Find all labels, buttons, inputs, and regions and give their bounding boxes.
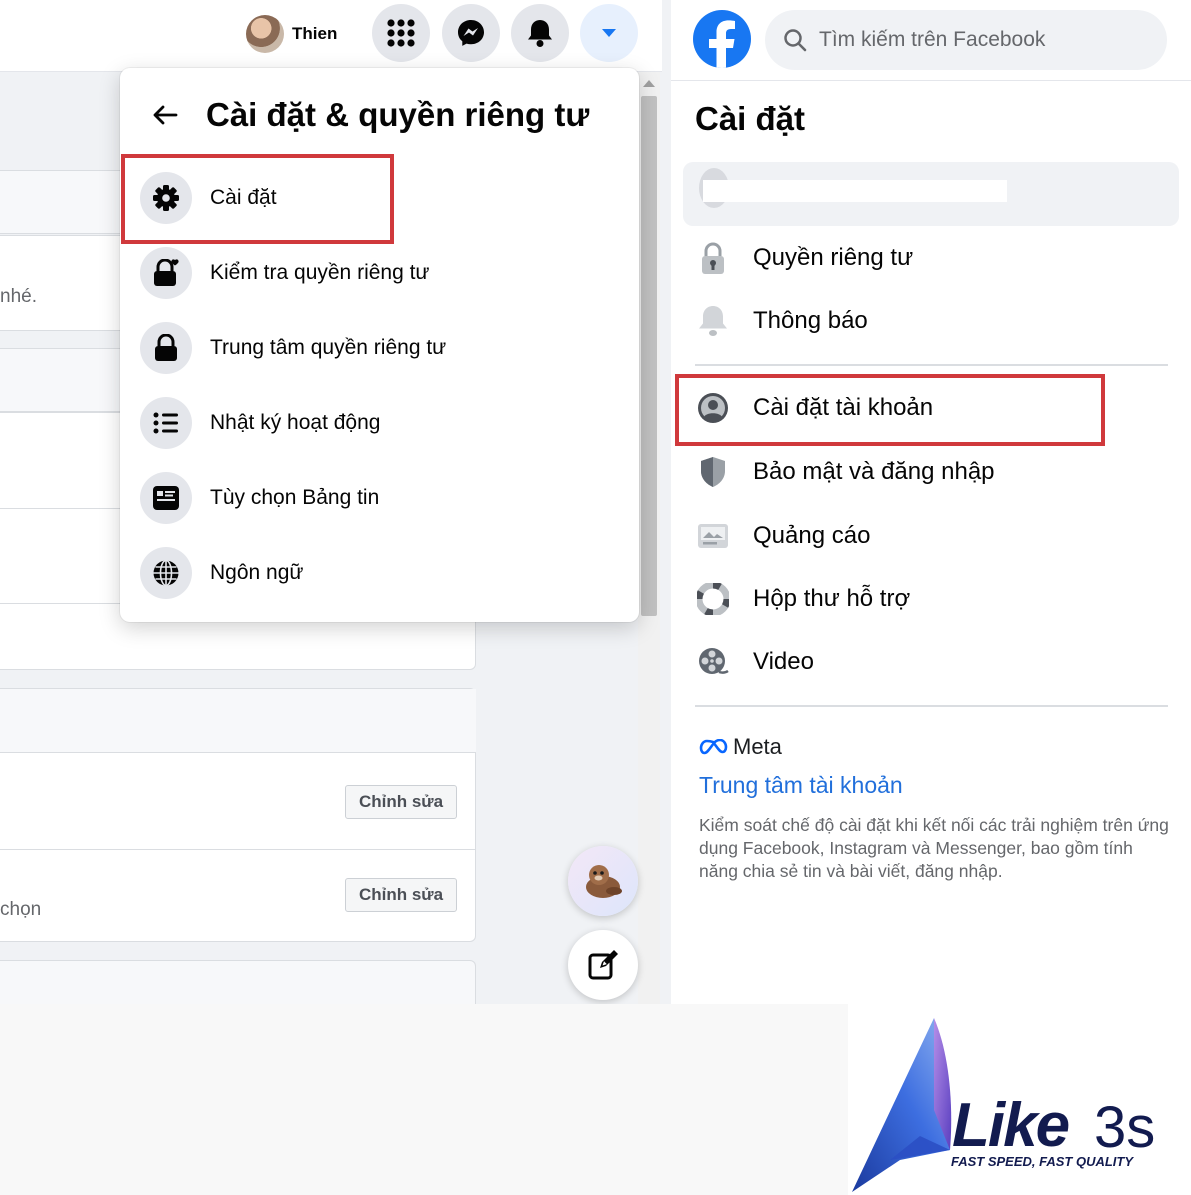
lifebuoy-icon (695, 581, 731, 617)
settings-item-notifications[interactable]: Thông báo (695, 291, 868, 351)
grid-icon (387, 19, 415, 47)
meta-infinity-icon (699, 739, 728, 755)
menu-header: Cài đặt & quyền riêng tư (150, 96, 589, 134)
settings-item-support-inbox[interactable]: Hộp thư hỗ trợ (695, 569, 910, 629)
blank-bottom-area (0, 1004, 848, 1195)
scrollbar-thumb[interactable] (641, 96, 657, 616)
setting-text: chọn (0, 899, 42, 920)
film-reel-icon (695, 644, 731, 680)
facebook-settings-page: Tìm kiếm trên Facebook Cài đặt Quyền riê… (671, 0, 1191, 1004)
menu-title: Cài đặt & quyền riêng tư (206, 96, 590, 133)
page-title: Cài đặt (695, 100, 806, 137)
menu-item-feed-preferences[interactable]: Tùy chọn Bảng tin (140, 465, 620, 531)
settings-card: Chỉnh sửa Chỉnh sửa chọn (0, 688, 476, 942)
section-divider (695, 364, 1168, 366)
list-icon (140, 397, 192, 449)
otter-sticker-icon (586, 865, 622, 898)
menu-item-label: Ngôn ngữ (210, 561, 304, 584)
ads-icon (695, 518, 731, 554)
menu-item-privacy-center[interactable]: Trung tâm quyền riêng tư (140, 315, 620, 381)
settings-item-label: Hộp thư hỗ trợ (753, 585, 911, 612)
menu-item-label: Kiểm tra quyền riêng tư (210, 261, 430, 284)
menu-item-label: Trung tâm quyền riêng tư (210, 336, 447, 359)
search-input[interactable]: Tìm kiếm trên Facebook (765, 10, 1167, 70)
setting-text: nhé. (0, 286, 37, 307)
header-divider (671, 80, 1191, 81)
profile-name: Thien (292, 24, 338, 43)
screenshot-composite: Thien nhé. Chỉnh sửa Chỉnh sửa chọn Cài … (0, 0, 1191, 1195)
search-placeholder: Tìm kiếm trên Facebook (819, 28, 1046, 51)
facebook-logo-icon[interactable] (693, 10, 751, 68)
highlight-account-settings-box (675, 374, 1105, 446)
scrollbar[interactable] (638, 72, 660, 1004)
search-icon (784, 29, 807, 52)
menu-item-language[interactable]: Ngôn ngữ (140, 540, 620, 606)
compose-icon (588, 950, 618, 980)
bell-icon (528, 20, 552, 47)
panel-separator (662, 0, 671, 1004)
settings-privacy-menu: Cài đặt & quyền riêng tư Cài đặt Kiểm tr… (120, 68, 639, 622)
arrow-left-icon (153, 105, 178, 125)
avatar (246, 15, 284, 53)
account-center-description: Kiểm soát chế độ cài đặt khi kết nối các… (699, 815, 1169, 881)
brand-number: 3s (1094, 1095, 1156, 1160)
menu-grid-button[interactable] (372, 4, 430, 62)
settings-item-label: Quyền riêng tư (753, 244, 914, 271)
chat-avatar-button[interactable] (568, 846, 638, 916)
lock-heart-icon (140, 247, 192, 299)
messenger-button[interactable] (442, 4, 500, 62)
account-dropdown-button[interactable] (580, 4, 638, 62)
brand-tagline: FAST SPEED, FAST QUALITY (951, 1154, 1134, 1169)
menu-item-label: Tùy chọn Bảng tin (210, 486, 380, 509)
shield-icon (695, 454, 731, 490)
menu-item-privacy-checkup[interactable]: Kiểm tra quyền riêng tư (140, 240, 620, 306)
new-message-button[interactable] (568, 930, 638, 1000)
settings-item-privacy[interactable]: Quyền riêng tư (695, 228, 913, 288)
settings-item-label: Bảo mật và đăng nhập (753, 458, 995, 485)
settings-item-label: Thông báo (753, 307, 868, 334)
notifications-button[interactable] (511, 4, 569, 62)
settings-item-ads[interactable]: Quảng cáo (695, 506, 870, 566)
section-divider (695, 705, 1168, 707)
feed-icon (140, 472, 192, 524)
menu-item-activity-log[interactable]: Nhật ký hoạt động (140, 390, 620, 456)
menu-item-label: Nhật ký hoạt động (210, 411, 381, 434)
redacted-name (703, 180, 1007, 202)
settings-card (0, 960, 476, 1004)
globe-icon (140, 547, 192, 599)
edit-button[interactable]: Chỉnh sửa (345, 878, 457, 912)
meta-brand: Meta (699, 734, 782, 760)
privacy-lock-icon (695, 240, 731, 276)
account-center-link[interactable]: Trung tâm tài khoản (699, 772, 903, 799)
like3s-watermark: Like 3s FAST SPEED, FAST QUALITY (848, 1004, 1191, 1195)
lock-icon (140, 322, 192, 374)
meta-label: Meta (733, 734, 782, 759)
facebook-main-view: Thien nhé. Chỉnh sửa Chỉnh sửa chọn Cài … (0, 0, 662, 1004)
settings-item-label: Quảng cáo (753, 522, 871, 549)
back-button[interactable] (150, 100, 180, 130)
profile-shortcut[interactable]: Thien (246, 14, 337, 54)
highlight-settings-box (121, 154, 394, 244)
edit-button[interactable]: Chỉnh sửa (345, 785, 457, 819)
profile-row[interactable] (683, 162, 1179, 226)
top-navigation-bar: Thien (0, 0, 662, 72)
bell-icon (695, 303, 731, 339)
settings-item-label: Video (753, 648, 814, 675)
messenger-icon (458, 20, 484, 46)
settings-item-security[interactable]: Bảo mật và đăng nhập (695, 442, 995, 502)
scroll-up-icon[interactable] (643, 80, 655, 87)
caret-down-icon (602, 29, 616, 37)
settings-item-video[interactable]: Video (695, 632, 814, 692)
brand-word: Like (952, 1091, 1070, 1160)
